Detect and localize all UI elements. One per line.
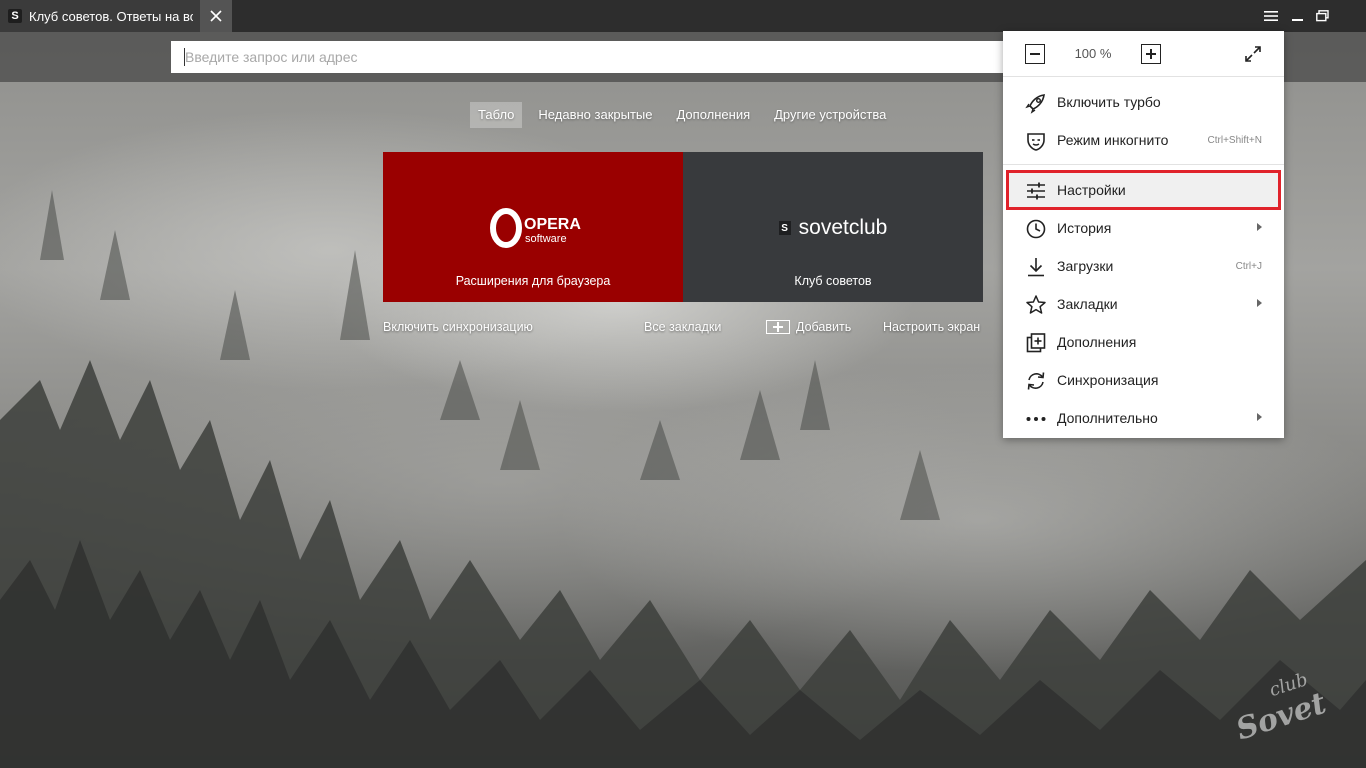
close-icon — [210, 10, 222, 22]
tab-other-devices[interactable]: Другие устройства — [766, 102, 894, 128]
plus-icon — [1146, 49, 1156, 59]
tab-tablo[interactable]: Табло — [470, 102, 523, 128]
menu-item-shortcut: Ctrl+J — [1235, 261, 1262, 272]
menu-item-turbo[interactable]: Включить турбо — [1003, 83, 1284, 121]
tile-sovetclub[interactable]: S sovetclub Клуб советов — [683, 152, 983, 302]
tab-extensions[interactable]: Дополнения — [668, 102, 758, 128]
text-caret — [184, 48, 185, 66]
tab-recently-closed[interactable]: Недавно закрытые — [530, 102, 660, 128]
rocket-icon — [1025, 92, 1047, 114]
menu-item-label: Синхронизация — [1057, 372, 1159, 388]
restore-icon — [1316, 10, 1329, 22]
menu-item-label: Настройки — [1057, 182, 1126, 198]
add-tile-icon[interactable] — [766, 320, 790, 334]
tile-caption: Расширения для браузера — [455, 274, 611, 288]
sovet-club-watermark: club Sovet — [1232, 669, 1330, 744]
submenu-arrow-icon — [1257, 413, 1262, 421]
menu-item-bookmarks[interactable]: Закладки — [1003, 285, 1284, 323]
fullscreen-icon — [1245, 46, 1261, 62]
menu-item-sync[interactable]: Синхронизация — [1003, 361, 1284, 399]
submenu-arrow-icon — [1257, 299, 1262, 307]
menu-item-incognito[interactable]: Режим инкогнито Ctrl+Shift+N — [1003, 121, 1284, 159]
menu-item-label: Режим инкогнито — [1057, 132, 1169, 148]
menu-item-label: Дополнения — [1057, 334, 1137, 350]
sync-icon — [1025, 370, 1047, 392]
sovetclub-badge: S — [778, 221, 791, 235]
restore-button[interactable] — [1313, 6, 1333, 26]
customize-screen-link[interactable]: Настроить экран — [883, 320, 980, 334]
tab-strip: S Клуб советов. Ответы на вопросы — [0, 0, 1366, 32]
zoom-in-button[interactable] — [1141, 44, 1161, 64]
menu-separator — [1003, 164, 1284, 165]
menu-item-label: Дополнительно — [1057, 410, 1158, 426]
menu-icon — [1264, 11, 1278, 21]
menu-item-shortcut: Ctrl+Shift+N — [1207, 135, 1262, 146]
tab-favicon: S — [8, 9, 22, 23]
clock-icon — [1025, 218, 1047, 240]
new-tab-nav: Табло Недавно закрытые Дополнения Другие… — [470, 102, 902, 128]
download-icon — [1025, 256, 1047, 278]
star-icon — [1025, 294, 1047, 316]
fullscreen-button[interactable] — [1243, 44, 1263, 64]
sovetclub-text: sovetclub — [798, 216, 888, 239]
menu-item-label: Загрузки — [1057, 258, 1114, 274]
settings-sliders-icon — [1025, 180, 1047, 202]
add-tile-link[interactable]: Добавить — [796, 320, 851, 334]
svg-text:software: software — [525, 233, 567, 245]
svg-text:OPERA: OPERA — [524, 216, 581, 233]
all-bookmarks-link[interactable]: Все закладки — [644, 320, 721, 334]
menu-item-history[interactable]: История — [1003, 209, 1284, 247]
tile-opera-extensions[interactable]: OPERA software Расширения для браузера — [383, 152, 683, 302]
minimize-icon — [1292, 19, 1303, 21]
tab-title: Клуб советов. Ответы на вопросы — [29, 8, 193, 24]
zoom-level: 100 % — [1074, 46, 1112, 61]
extensions-icon — [1025, 332, 1047, 354]
menu-item-more[interactable]: Дополнительно — [1003, 399, 1284, 437]
tile-caption: Клуб советов — [794, 274, 872, 288]
tab-close-button[interactable] — [200, 0, 232, 32]
menu-item-settings[interactable]: Настройки — [1003, 171, 1284, 209]
menu-item-label: Закладки — [1057, 296, 1118, 312]
plus-icon — [773, 322, 783, 332]
menu-item-label: Включить турбо — [1057, 94, 1161, 110]
browser-menu-button[interactable] — [1261, 6, 1281, 26]
menu-item-downloads[interactable]: Загрузки Ctrl+J — [1003, 247, 1284, 285]
opera-logo: OPERA software — [490, 208, 581, 248]
omnibox-input[interactable] — [171, 41, 1011, 73]
minus-icon — [1030, 53, 1040, 55]
minimize-button[interactable] — [1288, 6, 1308, 26]
sovetclub-logo: S sovetclub — [683, 216, 983, 240]
submenu-arrow-icon — [1257, 223, 1262, 231]
zoom-out-button[interactable] — [1025, 44, 1045, 64]
browser-main-menu: 100 % Включить турбо Режим инкогнито Ctr… — [1003, 31, 1284, 438]
browser-tab[interactable]: S Клуб советов. Ответы на вопросы — [0, 0, 232, 32]
zoom-row: 100 % — [1003, 31, 1284, 77]
more-dots-icon — [1025, 408, 1047, 430]
incognito-mask-icon — [1025, 130, 1047, 152]
menu-item-label: История — [1057, 220, 1112, 236]
enable-sync-link[interactable]: Включить синхронизацию — [383, 320, 533, 334]
menu-item-extensions[interactable]: Дополнения — [1003, 323, 1284, 361]
